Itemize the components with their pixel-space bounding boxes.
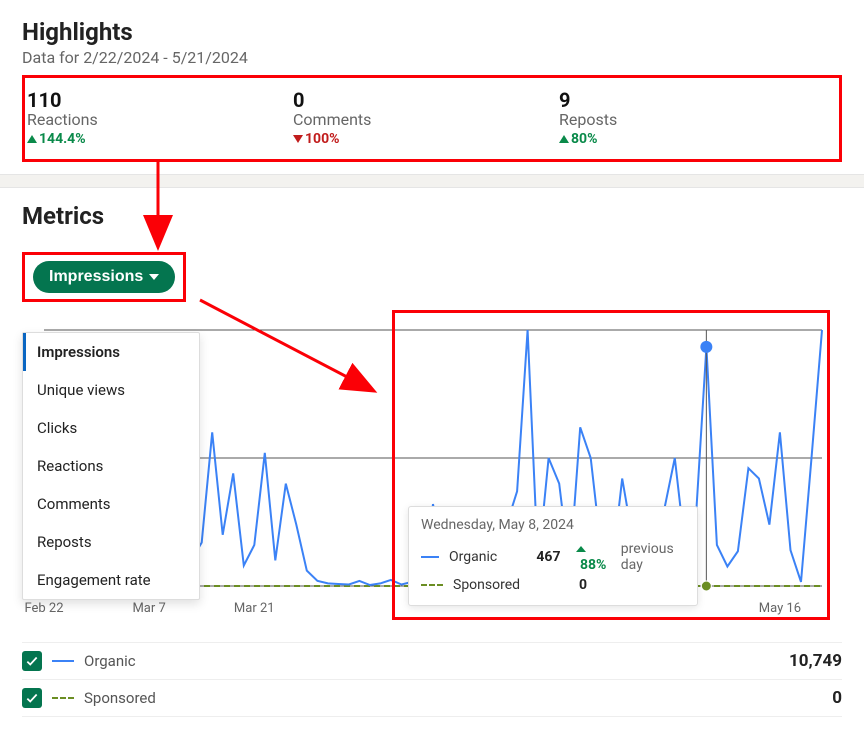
- tooltip-series-name: Sponsored: [453, 577, 537, 593]
- tooltip-series-name: Organic: [449, 549, 518, 565]
- triangle-up-icon: [559, 135, 569, 143]
- metric-dropdown-redbox: Impressions: [22, 252, 186, 302]
- legend: Organic 10,749 Sponsored 0: [22, 642, 842, 717]
- metric-option-comments[interactable]: Comments: [23, 485, 199, 523]
- check-icon: [25, 654, 39, 668]
- metric-option-reposts[interactable]: Reposts: [23, 523, 199, 561]
- highlights-title: Highlights: [22, 18, 842, 46]
- triangle-up-icon: [27, 135, 37, 143]
- svg-text:May 16: May 16: [759, 601, 801, 616]
- check-icon: [25, 691, 39, 705]
- dash-swatch-icon: [421, 584, 443, 586]
- tooltip-series-value: 467: [528, 549, 561, 565]
- highlight-delta: 80%: [559, 131, 825, 147]
- highlight-value: 110: [27, 88, 293, 112]
- highlight-reactions: 110 Reactions 144.4%: [27, 88, 293, 147]
- legend-name: Sponsored: [84, 689, 822, 707]
- svg-text:Feb 22: Feb 22: [24, 601, 63, 616]
- highlight-delta: 100%: [293, 131, 559, 147]
- highlight-value: 9: [559, 88, 825, 112]
- legend-name: Organic: [84, 652, 779, 670]
- chart-tooltip: Wednesday, May 8, 2024 Organic 467 88% p…: [408, 506, 698, 606]
- metric-option-clicks[interactable]: Clicks: [23, 409, 199, 447]
- tooltip-date: Wednesday, May 8, 2024: [421, 517, 685, 533]
- triangle-down-icon: [293, 135, 303, 143]
- chevron-down-icon: [149, 274, 159, 280]
- tooltip-delta: 88%: [576, 541, 610, 573]
- highlight-comments: 0 Comments 100%: [293, 88, 559, 147]
- svg-text:Mar 7: Mar 7: [132, 601, 165, 616]
- metric-dropdown-label: Impressions: [49, 268, 143, 286]
- highlight-value: 0: [293, 88, 559, 112]
- tooltip-series-value: 0: [547, 577, 587, 593]
- line-swatch-icon: [52, 660, 74, 662]
- line-swatch-icon: [421, 556, 439, 558]
- highlights-row: 110 Reactions 144.4% 0 Comments 100% 9 R…: [22, 75, 842, 162]
- highlight-label: Comments: [293, 110, 559, 129]
- tooltip-sponsored-row: Sponsored 0: [421, 575, 685, 595]
- dash-swatch-icon: [52, 697, 74, 699]
- metrics-title: Metrics: [22, 202, 842, 230]
- metric-option-engagement-rate[interactable]: Engagement rate: [23, 561, 199, 599]
- metric-dropdown-button[interactable]: Impressions: [33, 261, 175, 293]
- tooltip-caption: previous day: [621, 541, 685, 573]
- legend-total: 10,749: [789, 651, 842, 671]
- highlight-label: Reposts: [559, 110, 825, 129]
- checkbox-sponsored[interactable]: [22, 688, 42, 708]
- checkbox-organic[interactable]: [22, 651, 42, 671]
- tooltip-organic-row: Organic 467 88% previous day: [421, 539, 685, 575]
- section-divider: [0, 174, 864, 188]
- svg-text:Mar 21: Mar 21: [234, 601, 275, 616]
- highlight-reposts: 9 Reposts 80%: [559, 88, 825, 147]
- metric-option-reactions[interactable]: Reactions: [23, 447, 199, 485]
- highlight-delta: 144.4%: [27, 131, 293, 147]
- highlights-subtitle: Data for 2/22/2024 - 5/21/2024: [22, 48, 842, 67]
- highlight-label: Reactions: [27, 110, 293, 129]
- metric-option-impressions[interactable]: Impressions: [23, 333, 199, 371]
- metric-option-unique-views[interactable]: Unique views: [23, 371, 199, 409]
- legend-total: 0: [832, 688, 842, 708]
- legend-row-organic: Organic 10,749: [22, 642, 842, 679]
- metric-dropdown-menu: ImpressionsUnique viewsClicksReactionsCo…: [22, 332, 200, 600]
- legend-row-sponsored: Sponsored 0: [22, 679, 842, 717]
